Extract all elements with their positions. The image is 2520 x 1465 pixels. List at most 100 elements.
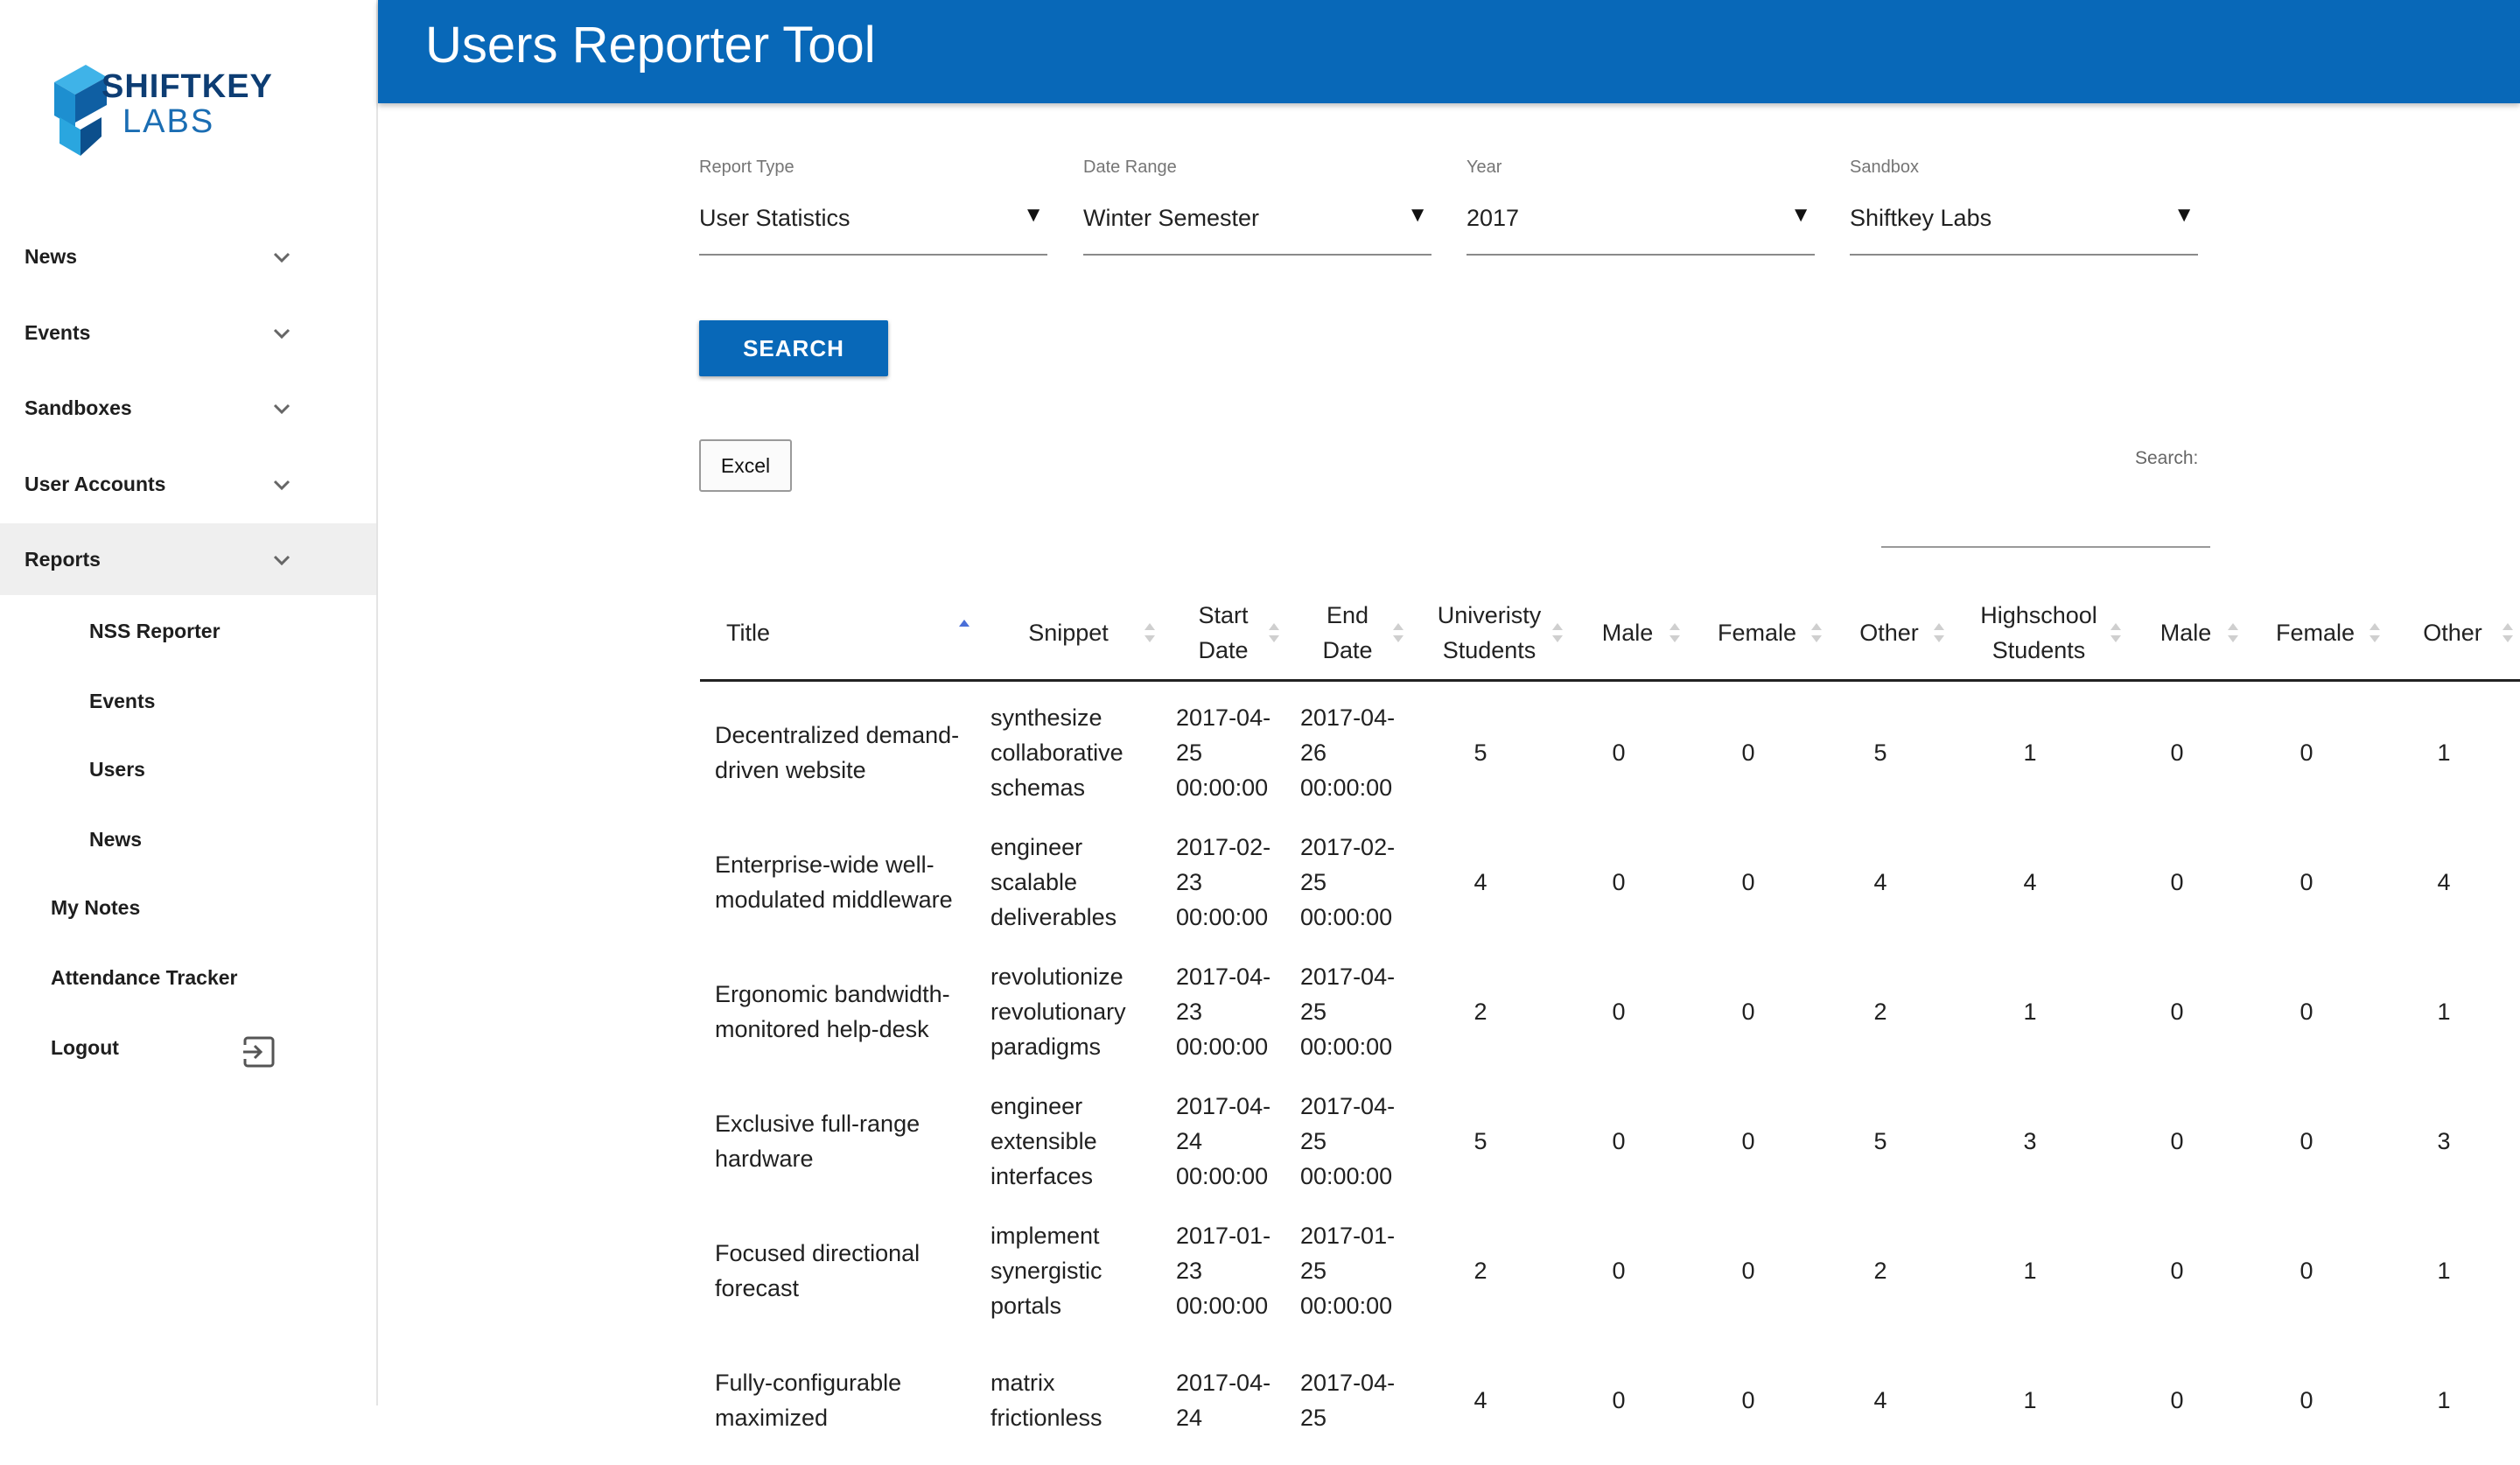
app-header: Users Reporter Tool bbox=[378, 0, 2520, 103]
cell-highschool-male: 0 bbox=[2170, 740, 2184, 766]
year-select[interactable]: Year 2017 ▼ bbox=[1466, 158, 1815, 256]
filter-underline bbox=[1466, 254, 1815, 256]
cell-university-other: 2 bbox=[1873, 999, 1887, 1025]
cell-university-other: 5 bbox=[1873, 740, 1887, 766]
sidebar-item-label: Events bbox=[24, 320, 91, 344]
col-highschool-female[interactable]: Female bbox=[2245, 585, 2385, 681]
col-start-date[interactable]: Start Date bbox=[1162, 585, 1284, 681]
table-row[interactable]: Exclusive full-range hardware engineer ex… bbox=[700, 1076, 2520, 1206]
sort-icon bbox=[1811, 623, 1822, 642]
cell-university-female: 0 bbox=[1741, 1258, 1755, 1284]
col-university-female[interactable]: Female bbox=[1687, 585, 1827, 681]
cell-university-male: 0 bbox=[1612, 740, 1626, 766]
cell-end-date: 2017-02- 25 00:00:00 bbox=[1300, 834, 1396, 930]
cell-title: Ergonomic bandwidth- monitored help-desk bbox=[715, 981, 950, 1042]
cell-highschool-male: 0 bbox=[2170, 999, 2184, 1025]
caret-down-icon: ▼ bbox=[1790, 203, 1811, 227]
sidebar: SHIFTKEY LABS News Events Sandboxes User… bbox=[0, 0, 378, 1405]
sidebar-item-sandboxes[interactable]: Sandboxes bbox=[0, 372, 376, 444]
chevron-down-icon bbox=[273, 480, 290, 491]
cell-snippet: implement synergistic portals bbox=[990, 1223, 1102, 1319]
cell-university-students: 2 bbox=[1474, 999, 1488, 1025]
chevron-down-icon bbox=[273, 328, 290, 340]
table-row[interactable]: Ergonomic bandwidth- monitored help-desk… bbox=[700, 947, 2520, 1076]
col-snippet[interactable]: Snippet bbox=[976, 585, 1160, 681]
sidebar-subitem-nss-reporter[interactable]: NSS Reporter bbox=[89, 613, 220, 648]
cell-university-female: 0 bbox=[1741, 999, 1755, 1025]
cell-highschool-other: 1 bbox=[2437, 1387, 2451, 1413]
cell-highschool-female: 0 bbox=[2300, 869, 2314, 895]
cell-highschool-female: 0 bbox=[2300, 999, 2314, 1025]
sidebar-item-user-accounts[interactable]: User Accounts bbox=[0, 448, 376, 520]
col-university-male[interactable]: Male bbox=[1570, 585, 1685, 681]
cell-title: Focused directional forecast bbox=[715, 1240, 920, 1301]
filter-value: 2017 bbox=[1466, 205, 1520, 231]
table-search-label: Search: bbox=[2135, 448, 2199, 468]
sort-icon bbox=[1393, 623, 1404, 642]
logo-cube-icon bbox=[54, 65, 107, 156]
table-row[interactable]: Fully-configurable maximized matrix frict… bbox=[700, 1335, 2520, 1465]
col-highschool-students[interactable]: Highschool Students bbox=[1951, 585, 2126, 681]
cell-university-male: 0 bbox=[1612, 1258, 1626, 1284]
filter-label: Report Type bbox=[699, 158, 794, 177]
col-highschool-other[interactable]: Other bbox=[2387, 585, 2518, 681]
sidebar-subitem-users[interactable]: Users bbox=[89, 752, 145, 787]
cell-title: Enterprise-wide well- modulated middlewa… bbox=[715, 852, 953, 913]
chevron-down-icon bbox=[273, 252, 290, 263]
sidebar-item-news[interactable]: News bbox=[0, 221, 376, 292]
sidebar-item-attendance-tracker[interactable]: Attendance Tracker bbox=[51, 960, 237, 995]
table-row[interactable]: Enterprise-wide well- modulated middlewa… bbox=[700, 817, 2520, 947]
cell-start-date: 2017-04- 24 00:00:00 bbox=[1176, 1093, 1271, 1189]
column-header-label: Female bbox=[1717, 620, 1797, 646]
date-range-select[interactable]: Date Range Winter Semester ▼ bbox=[1083, 158, 1432, 256]
logo-text-secondary: LABS bbox=[122, 103, 215, 140]
sidebar-item-events[interactable]: Events bbox=[0, 297, 376, 368]
search-button[interactable]: SEARCH bbox=[699, 320, 888, 376]
filter-label: Year bbox=[1466, 158, 1502, 177]
cell-university-male: 0 bbox=[1612, 1387, 1626, 1413]
sort-icon bbox=[2110, 623, 2121, 642]
cell-university-female: 0 bbox=[1741, 740, 1755, 766]
col-highschool-male[interactable]: Male bbox=[2128, 585, 2244, 681]
table-search-input[interactable] bbox=[1881, 546, 2210, 548]
table-row[interactable]: Focused directional forecast implement sy… bbox=[700, 1206, 2520, 1335]
sidebar-subitem-events[interactable]: Events bbox=[89, 683, 155, 718]
cell-university-other: 4 bbox=[1873, 1387, 1887, 1413]
filter-underline bbox=[1850, 254, 2198, 256]
sidebar-item-logout[interactable]: Logout bbox=[51, 1030, 119, 1065]
cell-title: Fully-configurable maximized bbox=[715, 1370, 902, 1431]
col-university-students[interactable]: Univeristy Students bbox=[1410, 585, 1568, 681]
cell-university-female: 0 bbox=[1741, 1128, 1755, 1154]
column-header-label: Highschool Students bbox=[1980, 602, 2097, 663]
cell-end-date: 2017-04- 26 00:00:00 bbox=[1300, 704, 1396, 801]
cell-university-students: 5 bbox=[1474, 740, 1488, 766]
sidebar-subitem-news[interactable]: News bbox=[89, 822, 142, 857]
sidebar-item-reports[interactable]: Reports bbox=[0, 523, 376, 595]
cell-snippet: engineer scalable deliverables bbox=[990, 834, 1117, 930]
cell-highschool-male: 0 bbox=[2170, 1258, 2184, 1284]
sidebar-item-my-notes[interactable]: My Notes bbox=[51, 890, 140, 925]
cell-end-date: 2017-04- 25 00:00:00 bbox=[1300, 964, 1396, 1060]
cell-start-date: 2017-01- 23 00:00:00 bbox=[1176, 1223, 1271, 1319]
table-row[interactable]: Decentralized demand- driven website synt… bbox=[700, 688, 2520, 817]
caret-down-icon: ▼ bbox=[2174, 203, 2194, 227]
sandbox-select[interactable]: Sandbox Shiftkey Labs ▼ bbox=[1850, 158, 2198, 256]
col-end-date[interactable]: End Date bbox=[1286, 585, 1409, 681]
cell-highschool-other: 3 bbox=[2437, 1128, 2451, 1154]
sidebar-item-label: News bbox=[24, 244, 78, 268]
report-type-select[interactable]: Report Type User Statistics ▼ bbox=[699, 158, 1047, 256]
shiftkey-logo[interactable]: SHIFTKEY LABS bbox=[51, 65, 278, 161]
cell-highschool-students: 1 bbox=[2023, 1258, 2037, 1284]
cell-highschool-female: 0 bbox=[2300, 740, 2314, 766]
logout-icon[interactable] bbox=[242, 1034, 276, 1069]
cell-highschool-other: 4 bbox=[2437, 869, 2451, 895]
cell-highschool-students: 3 bbox=[2023, 1128, 2037, 1154]
cell-title: Exclusive full-range hardware bbox=[715, 1111, 920, 1172]
cell-highschool-students: 1 bbox=[2023, 1387, 2037, 1413]
col-university-other[interactable]: Other bbox=[1829, 585, 1950, 681]
col-title[interactable]: Title bbox=[700, 585, 975, 681]
column-header-label: Snippet bbox=[1028, 620, 1109, 646]
excel-export-button[interactable]: Excel bbox=[699, 439, 792, 492]
column-header-label: Female bbox=[2275, 620, 2356, 646]
cell-highschool-other: 1 bbox=[2437, 999, 2451, 1025]
